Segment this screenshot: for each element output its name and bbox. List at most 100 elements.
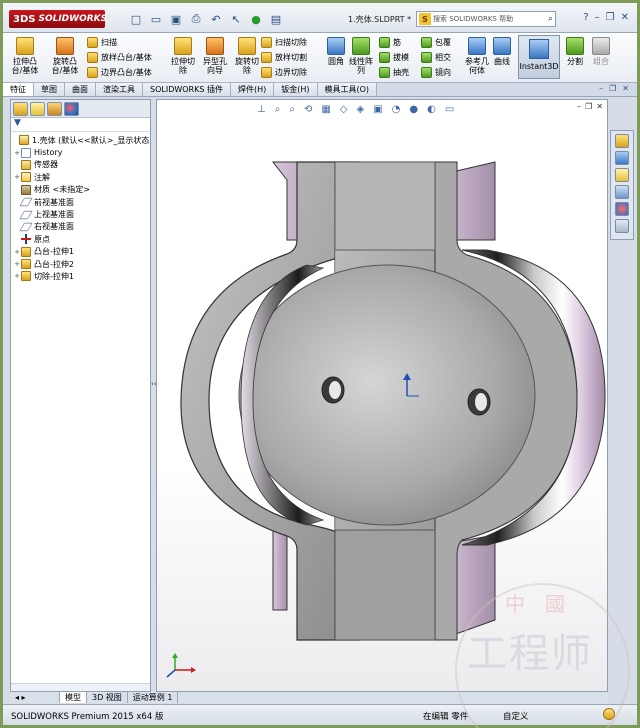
loft-icon — [87, 52, 98, 63]
undo-icon[interactable]: ↶ — [208, 11, 224, 27]
rebuild-status-icon[interactable] — [603, 708, 615, 720]
design-library-icon[interactable] — [615, 151, 629, 165]
loft-boss-button[interactable]: 放样凸台/基体 — [87, 52, 152, 63]
options-icon[interactable]: ▤ — [268, 11, 284, 27]
tree-item[interactable]: 原点 — [11, 233, 150, 245]
tab-3d-views[interactable]: 3D 视图 — [87, 692, 128, 703]
tab-features[interactable]: 特征 — [3, 83, 34, 96]
revolve-boss-icon — [56, 37, 74, 55]
rebuild-icon[interactable]: ● — [248, 11, 264, 27]
search-icon[interactable]: ⌕ — [548, 14, 555, 24]
close-doc-icon[interactable]: ✕ — [622, 84, 629, 93]
select-icon[interactable]: ↖ — [228, 11, 244, 27]
graphics-area[interactable]: ⊥ ⌕ ⌕ ⟲ ▦ ◇ ◈ ▣ ◔ ● ◐ ▭ – ❐ ✕ — [156, 99, 608, 692]
bottom-nav-arrows[interactable]: ◂ ▸ — [10, 692, 60, 703]
minimize-doc-icon[interactable]: – — [599, 84, 603, 93]
mirror-button[interactable]: 镜向 — [421, 67, 451, 78]
combine-label: 组合 — [593, 57, 609, 66]
tree-item[interactable]: + 切除-拉伸1 — [11, 270, 150, 282]
solidworks-logo[interactable]: 3DS SOLIDWORKS — [9, 10, 107, 28]
minimize-icon[interactable]: – — [595, 12, 600, 23]
configurationmanager-tab-icon[interactable] — [47, 102, 62, 116]
featuremanager-tab-icon[interactable] — [13, 102, 28, 116]
tree-item[interactable]: 材质 <未指定> — [11, 184, 150, 196]
combine-icon — [592, 37, 610, 55]
wrap-button[interactable]: 包覆 — [421, 37, 451, 48]
tab-render-tools[interactable]: 渲染工具 — [96, 83, 143, 96]
tree-root[interactable]: 1.壳体 (默认<<默认>_显示状态 — [11, 134, 150, 146]
material-icon — [21, 184, 31, 195]
save-icon[interactable]: ▣ — [168, 11, 184, 27]
shell-button[interactable]: 抽壳 — [379, 67, 409, 78]
linear-pattern-button[interactable]: 线性阵 列 — [341, 37, 381, 75]
boundary-cut-icon — [261, 67, 272, 78]
boundary-boss-label: 边界凸台/基体 — [101, 68, 152, 77]
sweep-button[interactable]: 扫描 — [87, 37, 117, 48]
draft-icon — [379, 52, 390, 63]
loft-cut-label: 放样切割 — [275, 53, 307, 62]
tree-expander[interactable]: + — [13, 149, 21, 157]
revolve-boss-button[interactable]: 旋转凸 台/基体 — [45, 37, 85, 75]
tree-item[interactable]: + History — [11, 146, 150, 158]
boundary-boss-button[interactable]: 边界凸台/基体 — [87, 67, 152, 78]
horizontal-scrollbar[interactable] — [11, 683, 150, 691]
tree-item[interactable]: 传感器 — [11, 159, 150, 171]
search-input[interactable]: 搜索 SOLIDWORKS 帮助 — [433, 14, 513, 24]
new-icon[interactable]: □ — [128, 11, 144, 27]
boundary-cut-label: 边界切除 — [275, 68, 307, 77]
tree-item[interactable]: 右视基准面 — [11, 221, 150, 233]
tree-expander[interactable]: + — [13, 248, 21, 256]
combine-button[interactable]: 组合 — [588, 37, 614, 66]
print-icon[interactable]: ⎙ — [188, 11, 204, 27]
custom-properties-icon[interactable] — [615, 219, 629, 233]
file-explorer-icon[interactable] — [615, 168, 629, 182]
wrap-label: 包覆 — [435, 38, 451, 47]
resources-icon[interactable] — [615, 134, 629, 148]
tree-item[interactable]: + 注解 — [11, 171, 150, 183]
view-palette-icon[interactable] — [615, 185, 629, 199]
split-button[interactable]: 分割 — [562, 37, 588, 66]
tree-expander[interactable]: + — [13, 272, 21, 280]
close-icon[interactable]: ✕ — [621, 12, 629, 23]
extrude-boss-button[interactable]: 拉伸凸 台/基体 — [5, 37, 45, 75]
instant3d-button[interactable]: Instant3D — [518, 35, 560, 79]
open-icon[interactable]: ▭ — [148, 11, 164, 27]
tab-mold-tools[interactable]: 模具工具(O) — [317, 83, 378, 96]
intersect-button[interactable]: 相交 — [421, 52, 451, 63]
cut-extrude-icon — [21, 271, 31, 282]
tree-item[interactable]: 上视基准面 — [11, 208, 150, 220]
tab-surfaces[interactable]: 曲面 — [65, 83, 96, 96]
linear-pattern-label: 线性阵 列 — [349, 57, 373, 75]
extrude-boss-label: 拉伸凸 台/基体 — [11, 57, 39, 75]
filter-icon[interactable]: ▼ — [11, 118, 150, 132]
help-search[interactable]: S 搜索 SOLIDWORKS 帮助 ⌕ — [416, 11, 556, 27]
curves-button[interactable]: 曲线 — [486, 37, 518, 66]
loft-cut-button[interactable]: 放样切割 — [261, 52, 307, 63]
tree-expander[interactable]: + — [13, 260, 21, 268]
rib-button[interactable]: 筋 — [379, 37, 401, 48]
tab-addins[interactable]: SOLIDWORKS 插件 — [143, 83, 231, 96]
tree-item-label: 上视基准面 — [34, 210, 74, 220]
sweep-cut-button[interactable]: 扫描切除 — [261, 37, 307, 48]
tab-sheet-metal[interactable]: 钣金(H) — [274, 83, 318, 96]
propertymanager-tab-icon[interactable] — [30, 102, 45, 116]
task-pane — [610, 130, 634, 240]
tree-item[interactable]: + 凸台-拉伸1 — [11, 246, 150, 258]
draft-button[interactable]: 拔模 — [379, 52, 409, 63]
appearances-icon[interactable] — [615, 202, 629, 216]
unit-system[interactable]: 自定义 — [503, 710, 529, 722]
tree-item[interactable]: + 凸台-拉伸2 — [11, 258, 150, 270]
tree-expander[interactable]: + — [13, 173, 21, 181]
help-icon[interactable]: ? — [583, 12, 588, 23]
tab-model[interactable]: 模型 — [60, 692, 87, 703]
displaymanager-tab-icon[interactable] — [64, 102, 79, 116]
part-model[interactable] — [157, 100, 608, 692]
restore-doc-icon[interactable]: ❐ — [609, 84, 616, 93]
tab-weldments[interactable]: 焊件(H) — [230, 83, 275, 96]
restore-icon[interactable]: ❐ — [606, 12, 615, 23]
tree-item[interactable]: 前视基准面 — [11, 196, 150, 208]
boundary-cut-button[interactable]: 边界切除 — [261, 67, 307, 78]
tab-sketch[interactable]: 草图 — [34, 83, 65, 96]
tab-motion-study[interactable]: 运动算例 1 — [128, 692, 179, 703]
reference-triad[interactable] — [166, 653, 196, 678]
